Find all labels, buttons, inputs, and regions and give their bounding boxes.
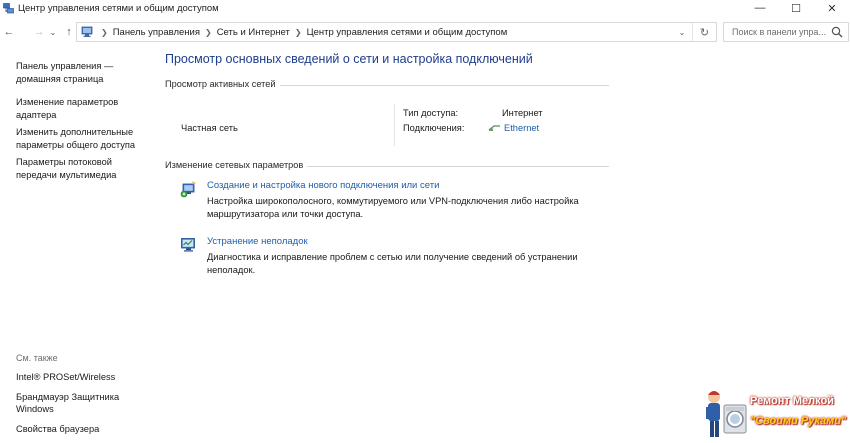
- active-networks-heading: Просмотр активных сетей: [165, 79, 280, 89]
- ethernet-label: Ethernet: [504, 123, 540, 133]
- back-button[interactable]: ←: [2, 22, 16, 42]
- network-info-divider: [394, 104, 395, 146]
- ethernet-connection-link[interactable]: Ethernet: [488, 123, 539, 133]
- site-watermark-logo: Ремонт Мелкой "Своими Руками": [700, 385, 848, 441]
- control-panel-home-link[interactable]: Панель управления — домашняя страница: [16, 60, 146, 85]
- address-dropdown-button[interactable]: ⌄: [674, 23, 690, 41]
- refresh-button[interactable]: ↻: [692, 23, 716, 41]
- breadcrumb-control-panel[interactable]: Панель управления: [113, 27, 200, 38]
- task-troubleshoot: Устранение неполадок Диагностика и испра…: [180, 236, 610, 281]
- maximize-button[interactable]: ☐: [778, 0, 814, 16]
- left-pane: Панель управления — домашняя страница Из…: [16, 60, 146, 186]
- address-bar[interactable]: ❯ Панель управления ❯ Сеть и Интернет ❯ …: [76, 22, 717, 42]
- minimize-button[interactable]: —: [742, 0, 778, 16]
- change-settings-heading: Изменение сетевых параметров: [165, 160, 308, 170]
- access-type-value: Интернет: [502, 108, 543, 118]
- breadcrumb-network-internet[interactable]: Сеть и Интернет: [217, 27, 290, 38]
- watermark-line-1: Ремонт Мелкой: [750, 395, 834, 407]
- forward-button[interactable]: →: [32, 22, 46, 42]
- main-content: Просмотр основных сведений о сети и наст…: [165, 50, 615, 68]
- task-new-connection: Создание и настройка нового подключения …: [180, 180, 610, 225]
- access-type-label: Тип доступа:: [403, 108, 459, 118]
- troubleshoot-icon: [180, 236, 198, 254]
- intel-proset-link[interactable]: Intel® PROSet/Wireless: [16, 371, 156, 384]
- breadcrumb-separator-icon: ❯: [294, 27, 302, 37]
- ethernet-icon: [488, 124, 501, 132]
- window-title: Центр управления сетями и общим доступом: [18, 2, 219, 14]
- media-streaming-options-link[interactable]: Параметры потоковой передачи мультимедиа: [16, 156, 146, 181]
- watermark-line-2: "Своими Руками": [750, 415, 847, 427]
- breadcrumb-network-center[interactable]: Центр управления сетями и общим доступом: [307, 27, 508, 38]
- new-connection-icon: [180, 180, 198, 198]
- navigation-bar: ← → ⌄ ↑ ❯ Панель управления ❯ Сеть и Инт…: [0, 20, 850, 44]
- new-connection-description: Настройка широкополосного, коммутируемог…: [207, 196, 579, 219]
- see-also-section: См. также Intel® PROSet/Wireless Брандма…: [16, 353, 156, 442]
- change-adapter-settings-link[interactable]: Изменение параметров адаптера: [16, 96, 146, 121]
- control-panel-icon: [81, 26, 93, 38]
- title-bar: Центр управления сетями и общим доступом…: [0, 0, 850, 16]
- up-button[interactable]: ↑: [62, 22, 76, 42]
- repairman-logo-icon: [706, 391, 747, 437]
- breadcrumb-separator-icon: ❯: [204, 27, 212, 37]
- see-also-heading: См. также: [16, 353, 58, 363]
- search-placeholder: Поиск в панели упра...: [732, 27, 826, 37]
- search-input[interactable]: Поиск в панели упра...: [723, 22, 849, 42]
- internet-options-link[interactable]: Свойства браузера: [16, 423, 156, 436]
- control-panel-window: Центр управления сетями и общим доступом…: [0, 0, 850, 443]
- windows-firewall-link[interactable]: Брандмауэр Защитника Windows: [16, 391, 156, 416]
- troubleshoot-link[interactable]: Устранение неполадок: [207, 236, 308, 247]
- troubleshoot-description: Диагностика и исправление проблем с сеть…: [207, 252, 578, 275]
- network-name: Частная сеть: [181, 123, 238, 133]
- recent-locations-button[interactable]: ⌄: [46, 22, 60, 42]
- search-icon: [830, 25, 844, 39]
- close-button[interactable]: ✕: [814, 0, 850, 16]
- network-center-icon: [3, 2, 14, 14]
- advanced-sharing-settings-link[interactable]: Изменить дополнительные параметры общего…: [16, 126, 146, 151]
- window-controls: — ☐ ✕: [742, 0, 850, 16]
- page-title: Просмотр основных сведений о сети и наст…: [165, 52, 533, 66]
- new-connection-link[interactable]: Создание и настройка нового подключения …: [207, 180, 439, 191]
- breadcrumb-separator-icon: ❯: [101, 27, 108, 37]
- connections-label: Подключения:: [403, 123, 465, 133]
